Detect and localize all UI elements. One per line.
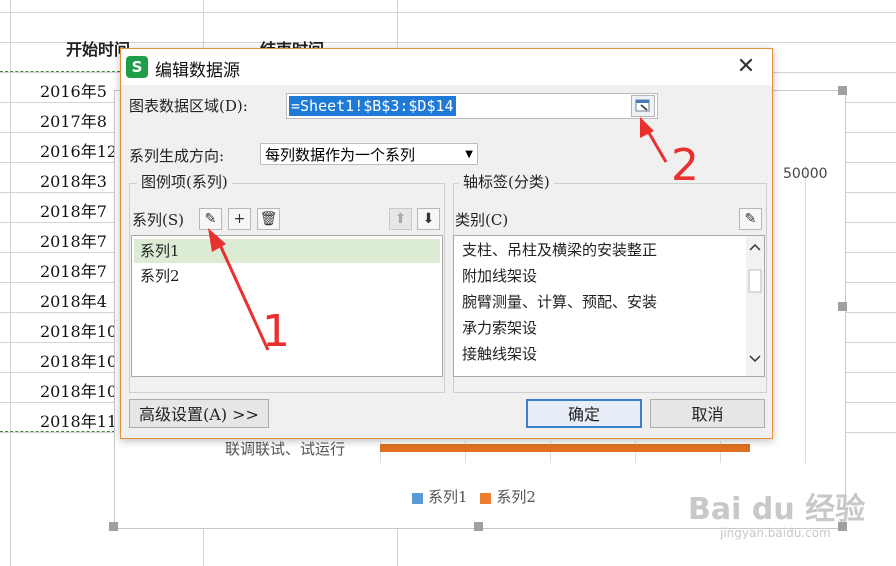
annotation-number-one: 1 — [262, 306, 290, 357]
baidu-watermark-logo: Bai du 经验 — [688, 492, 866, 527]
annotation-arrows — [208, 117, 668, 351]
baidu-watermark-url: jingyan.baidu.com — [720, 526, 831, 540]
annotation-number-two: 2 — [671, 140, 699, 191]
